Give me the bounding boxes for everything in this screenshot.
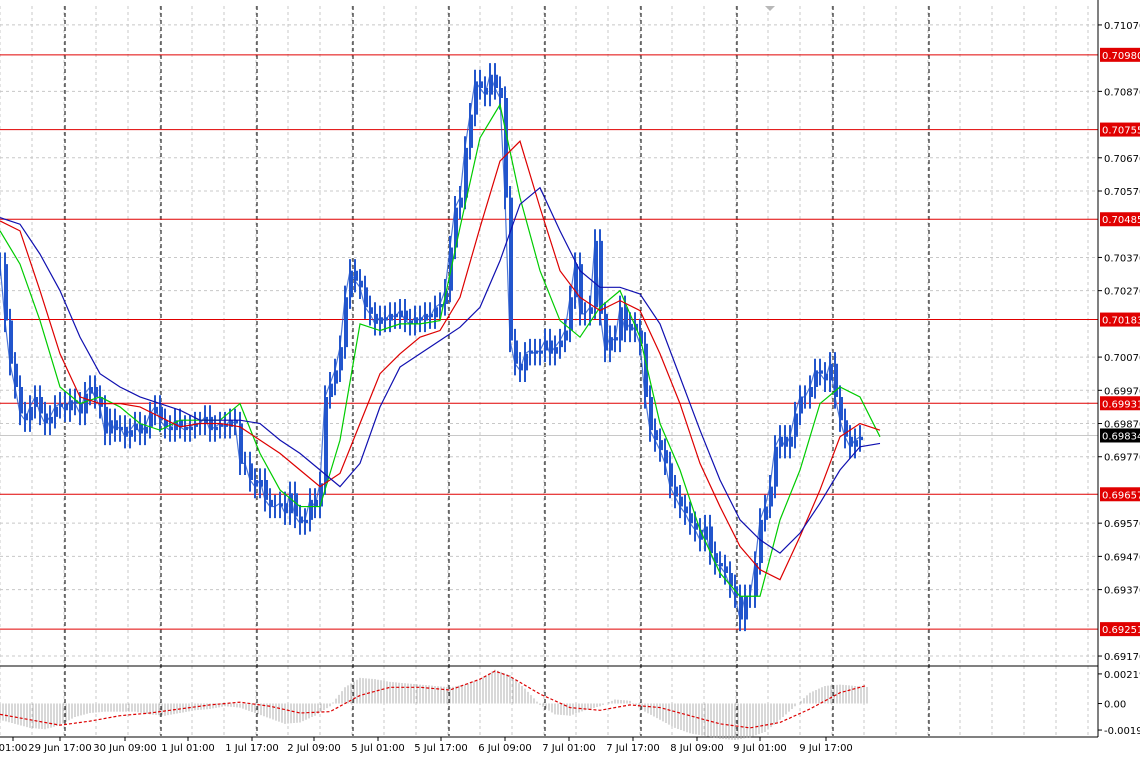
osc-y-tick-label: 0.00219 — [1104, 670, 1140, 681]
level-price-label: 0.70755 — [1102, 126, 1140, 137]
y-tick-label: 0.70570 — [1104, 187, 1140, 198]
y-tick-label: 0.70270 — [1104, 287, 1140, 298]
x-tick-label: 30 Jun 09:00 — [93, 743, 157, 754]
y-tick-label: 0.70070 — [1104, 353, 1140, 364]
x-tick-label: 5 Jul 01:00 — [351, 743, 405, 754]
x-tick-label: 2 Jul 09:00 — [287, 743, 341, 754]
y-tick-label: 0.69170 — [1104, 652, 1140, 663]
x-tick-label: 9 Jul 17:00 — [799, 743, 853, 754]
chart-window[interactable]: 0.71070 0.70870 0.70670 0.70570 0.70370 0.702… — [0, 0, 1140, 758]
x-tick-label: 5 Jul 17:00 — [414, 743, 468, 754]
level-price-label: 0.70485 — [1102, 215, 1140, 226]
x-tick-label: 29 Jun 17:00 — [28, 743, 92, 754]
y-tick-label: 0.69370 — [1104, 586, 1140, 597]
level-price-label: 0.69931 — [1102, 399, 1140, 410]
y-tick-label: 0.70870 — [1104, 87, 1140, 98]
level-price-label: 0.70183 — [1102, 316, 1140, 327]
y-tick-label: 0.69470 — [1104, 552, 1140, 563]
level-price-label: 0.69251 — [1102, 625, 1140, 636]
price-chart[interactable]: 0.71070 0.70870 0.70670 0.70570 0.70370 0.702… — [0, 0, 1140, 758]
osc-y-tick-label: 0.00 — [1104, 700, 1126, 711]
x-tick-label: 7 Jul 17:00 — [606, 743, 660, 754]
x-tick-label: 9 Jul 01:00 — [733, 743, 787, 754]
osc-y-tick-label: -0.00196 — [1104, 726, 1140, 737]
x-tick-label: 6 Jul 09:00 — [478, 743, 532, 754]
level-price-label: 0.70980 — [1102, 51, 1140, 62]
y-tick-label: 0.70370 — [1104, 253, 1140, 264]
level-price-label: 0.69657 — [1102, 490, 1140, 501]
x-tick-label: 1 Jul 17:00 — [225, 743, 279, 754]
current-price-label: 0.69834 — [1102, 431, 1140, 442]
y-tick-label: 0.70670 — [1104, 154, 1140, 165]
y-tick-label: 0.69970 — [1104, 386, 1140, 397]
y-tick-label: 0.69770 — [1104, 453, 1140, 464]
x-tick-label: 7 Jul 01:00 — [542, 743, 596, 754]
y-tick-label: 0.69570 — [1104, 519, 1140, 530]
x-tick-label: 8 Jul 09:00 — [670, 743, 724, 754]
y-tick-label: 0.71070 — [1104, 21, 1140, 32]
x-tick-label: 1 Jul 01:00 — [161, 743, 215, 754]
chart-background — [0, 0, 1140, 758]
x-tick-label: 01:00 — [0, 743, 27, 754]
